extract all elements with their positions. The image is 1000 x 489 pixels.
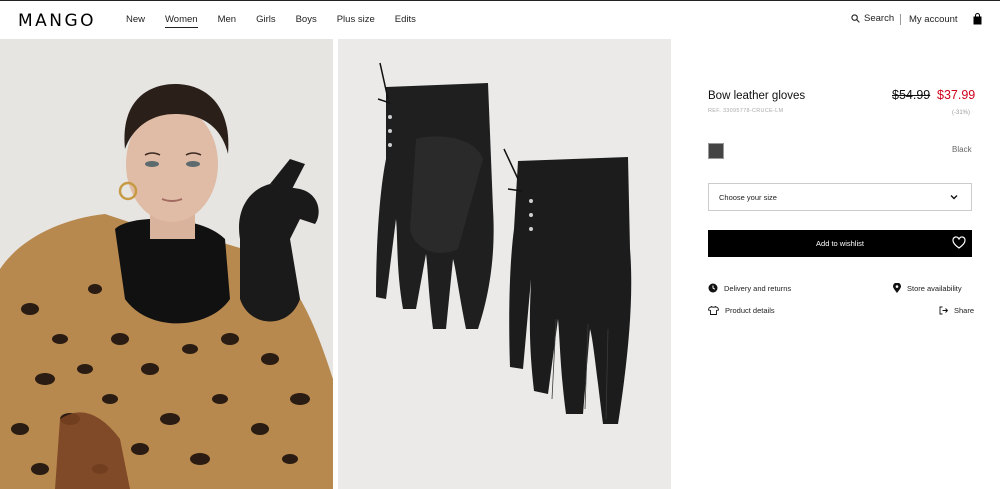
size-dropdown[interactable]: Choose your size [708, 183, 972, 211]
my-account-link[interactable]: My account [909, 14, 958, 25]
share-label: Share [954, 306, 975, 315]
chevron-down-icon [950, 195, 958, 200]
shirt-icon [708, 306, 719, 315]
search-button[interactable]: Search [851, 13, 894, 24]
product-name: Bow leather gloves [708, 90, 806, 102]
nav-item-women[interactable]: Women [165, 14, 198, 28]
store-availability-link[interactable]: Store availability [893, 283, 962, 293]
location-pin-icon [893, 283, 901, 293]
brand-logo[interactable]: MANGO [18, 11, 96, 31]
share-icon [939, 306, 948, 315]
share-link[interactable]: Share [939, 306, 974, 315]
size-placeholder: Choose your size [719, 193, 777, 202]
product-details-link[interactable]: Product details [708, 306, 775, 315]
heart-icon [952, 236, 966, 249]
delivery-returns-label: Delivery and returns [724, 283, 792, 293]
search-label: Search [864, 13, 895, 24]
product-image-gloves[interactable] [338, 39, 671, 489]
nav-item-plus-size[interactable]: Plus size [337, 14, 375, 28]
delivery-returns-link[interactable]: Delivery and returns [708, 283, 791, 293]
nav-item-new[interactable]: New [126, 14, 145, 28]
nav-item-girls[interactable]: Girls [256, 14, 276, 28]
color-swatch-black[interactable] [708, 143, 724, 159]
site-header: MANGO New Women Men Girls Boys Plus size… [0, 0, 1000, 39]
discount-badge: (-31%) [952, 110, 971, 116]
wishlist-label: Add to wishlist [816, 239, 864, 248]
selected-color-label: Black [952, 145, 972, 154]
clock-icon [708, 283, 718, 293]
product-image-model[interactable] [0, 39, 333, 489]
sale-price: $37.99 [937, 88, 976, 102]
header-divider [900, 14, 901, 25]
main-nav: New Women Men Girls Boys Plus size Edits [126, 14, 436, 28]
product-reference: REF. 33095778-CRUCE-LM [708, 108, 784, 114]
search-icon [851, 14, 860, 23]
nav-item-boys[interactable]: Boys [296, 14, 317, 28]
bag-icon[interactable] [973, 13, 982, 25]
product-info-panel: Bow leather gloves REF. 33095778-CRUCE-L… [671, 39, 1000, 489]
store-availability-label: Store availability [907, 283, 962, 293]
nav-item-edits[interactable]: Edits [395, 14, 416, 28]
add-to-wishlist-button[interactable]: Add to wishlist [708, 230, 972, 257]
nav-item-men[interactable]: Men [218, 14, 236, 28]
product-details-label: Product details [725, 306, 775, 315]
original-price: $54.99 [892, 88, 931, 102]
